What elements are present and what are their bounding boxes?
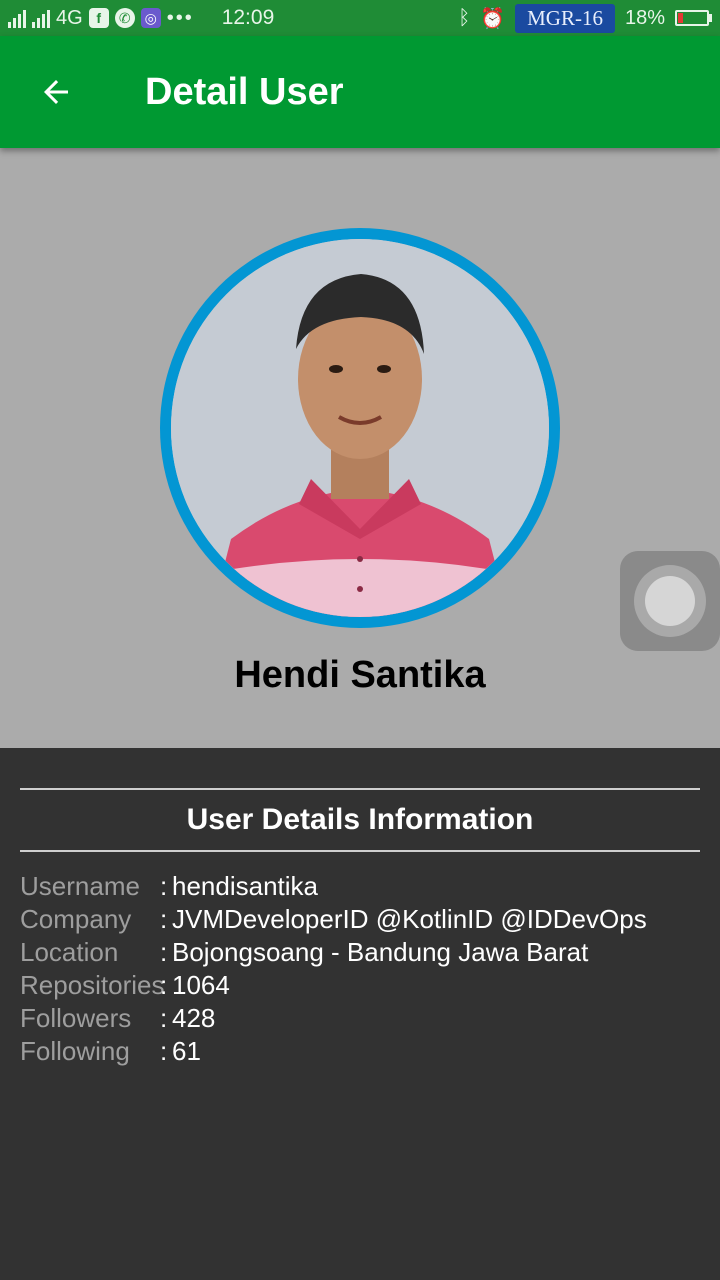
- detail-value: Bojongsoang - Bandung Jawa Barat: [172, 937, 589, 967]
- details-list: Username : hendisantika Company : JVMDev…: [20, 870, 700, 1068]
- battery-icon: [675, 10, 712, 26]
- detail-separator: :: [160, 871, 168, 901]
- detail-label: Followers: [20, 1003, 132, 1033]
- status-time: 12:09: [221, 6, 275, 29]
- alarm-icon: ⏰: [480, 7, 506, 30]
- detail-label: Following: [20, 1036, 130, 1066]
- avatar-image: [171, 239, 549, 617]
- signal-icon: [8, 8, 26, 28]
- detail-value: 1064: [172, 970, 230, 1000]
- profile-header: Hendi Santika: [0, 148, 720, 748]
- detail-separator: :: [160, 904, 168, 934]
- signal-icon: [32, 8, 50, 28]
- detail-value: 428: [172, 1003, 216, 1033]
- battery-percent: 18%: [624, 6, 665, 29]
- detail-separator: :: [160, 1036, 168, 1066]
- more-notifications-icon: •••: [166, 6, 194, 29]
- status-bar: 4G f ✆ ◎ ••• 12:09 ᛒ ⏰ MGR-16 18%: [0, 0, 720, 36]
- detail-row-username: Username : hendisantika: [20, 870, 700, 903]
- operator-label: MGR-16: [515, 3, 615, 33]
- detail-value: JVMDeveloperID @KotlinID @IDDevOps: [172, 904, 647, 934]
- user-details-section: User Details Information Username : hend…: [20, 788, 700, 1068]
- person-photo: [171, 239, 549, 617]
- arrow-left-icon: [44, 80, 68, 104]
- detail-label: Location: [20, 937, 119, 967]
- detail-label: Username: [20, 871, 140, 901]
- avatar: [160, 228, 560, 628]
- detail-separator: :: [160, 970, 168, 1000]
- status-right-icons: ᛒ ⏰ MGR-16 18%: [458, 3, 712, 33]
- detail-row-followers: Followers : 428: [20, 1002, 700, 1035]
- app-icon: ◎: [140, 8, 161, 28]
- facebook-icon: f: [88, 8, 109, 28]
- detail-separator: :: [160, 1003, 168, 1033]
- bluetooth-icon: ᛒ: [458, 6, 471, 29]
- detail-separator: :: [160, 937, 168, 967]
- app-bar: Detail User: [0, 36, 720, 148]
- detail-value: hendisantika: [172, 871, 318, 901]
- assistive-touch-button[interactable]: [620, 551, 720, 651]
- detail-label: Company: [20, 904, 132, 934]
- divider: [20, 850, 700, 852]
- detail-row-following: Following : 61: [20, 1035, 700, 1068]
- detail-label: Repositories: [20, 970, 165, 1000]
- section-title: User Details Information: [186, 803, 534, 836]
- detail-row-company: Company : JVMDeveloperID @KotlinID @IDDe…: [20, 903, 700, 936]
- user-name: Hendi Santika: [234, 654, 486, 696]
- status-left-icons: 4G f ✆ ◎ ••• 12:09: [8, 6, 274, 30]
- whatsapp-icon: ✆: [114, 8, 135, 28]
- detail-row-location: Location : Bojongsoang - Bandung Jawa Ba…: [20, 936, 700, 969]
- page-title: Detail User: [145, 70, 344, 113]
- network-type: 4G: [56, 6, 83, 29]
- detail-value: 61: [172, 1036, 201, 1066]
- back-button[interactable]: [0, 36, 112, 148]
- detail-row-repositories: Repositories : 1064: [20, 969, 700, 1002]
- battery-level-fill: [678, 13, 683, 23]
